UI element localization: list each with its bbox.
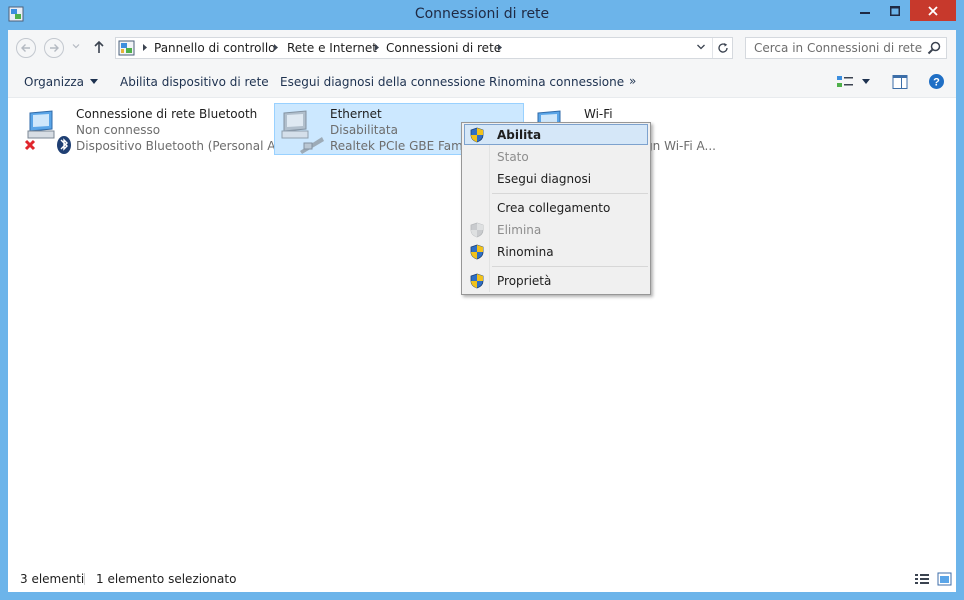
- item-count: 3 elementi: [20, 572, 85, 586]
- help-icon[interactable]: ?: [928, 73, 945, 90]
- uac-shield-icon: [470, 127, 484, 143]
- details-view-icon[interactable]: [914, 572, 930, 586]
- maximize-icon: [890, 5, 900, 16]
- status-divider: [84, 573, 85, 585]
- menu-item-label: Elimina: [497, 223, 542, 237]
- arrow-up-icon[interactable]: [92, 39, 106, 55]
- navigation-bar: Pannello di controllo Rete e Internet Co…: [8, 30, 956, 66]
- connection-device: Realtek PCIe GBE Family: [330, 139, 477, 153]
- connection-name: Connessione di rete Bluetooth: [76, 107, 258, 121]
- search-box[interactable]: Cerca in Connessioni di rete: [745, 37, 947, 59]
- recent-locations-chevron-down-icon[interactable]: [72, 42, 80, 50]
- uac-shield-icon: [470, 273, 484, 289]
- command-bar: Organizza Abilita dispositivo di rete Es…: [8, 66, 956, 98]
- connection-item-bluetooth[interactable]: Connessione di rete Bluetooth Non connes…: [20, 103, 287, 155]
- change-view-icon[interactable]: [836, 74, 854, 90]
- connection-name: Wi-Fi: [584, 107, 613, 121]
- view-options-caret-down-icon[interactable]: [862, 79, 870, 84]
- menu-item-label: Abilita: [497, 128, 542, 142]
- large-icons-view-icon[interactable]: [937, 572, 952, 586]
- breadcrumb-chevron-right-icon[interactable]: [142, 43, 148, 52]
- forward-button[interactable]: [44, 38, 64, 58]
- refresh-icon: [718, 43, 728, 53]
- menu-separator: [492, 266, 648, 267]
- preview-pane-icon[interactable]: [892, 74, 908, 90]
- menu-item-label: Stato: [497, 150, 529, 164]
- back-button[interactable]: [16, 38, 36, 58]
- connection-name: Ethernet: [330, 107, 382, 121]
- menu-item-create-shortcut[interactable]: Crea collegamento: [464, 197, 648, 218]
- breadcrumb-control-panel[interactable]: Pannello di controllo: [154, 41, 276, 55]
- minimize-icon: [860, 11, 870, 14]
- connection-device: Dispositivo Bluetooth (Personal A...: [76, 139, 287, 153]
- menu-item-enable[interactable]: Abilita: [464, 124, 648, 145]
- context-menu: Abilita Stato Esegui diagnosi Crea colle…: [461, 122, 651, 295]
- breadcrumb-network-connections[interactable]: Connessioni di rete: [386, 41, 501, 55]
- explorer-window: Connessioni di rete Pannello di controll…: [0, 0, 964, 600]
- selection-count: 1 elemento selezionato: [96, 572, 237, 586]
- arrow-left-icon: [21, 44, 30, 52]
- close-icon: [928, 5, 938, 16]
- uac-shield-icon: [470, 244, 484, 260]
- menu-item-delete[interactable]: Elimina: [464, 219, 648, 240]
- organize-label: Organizza: [24, 75, 85, 89]
- menu-item-properties[interactable]: Proprietà: [464, 270, 648, 291]
- menu-item-label: Esegui diagnosi: [497, 172, 592, 186]
- menu-item-label: Proprietà: [497, 274, 552, 288]
- rename-connection-button[interactable]: Rinomina connessione: [489, 75, 624, 89]
- breadcrumb-network-internet[interactable]: Rete e Internet: [287, 41, 377, 55]
- connection-status: Non connesso: [76, 123, 161, 137]
- maximize-button[interactable]: [882, 0, 908, 21]
- breadcrumb-chevron-right-icon[interactable]: [273, 43, 279, 52]
- window-title: Connessioni di rete: [414, 6, 550, 22]
- bluetooth-network-adapter-icon: [24, 110, 71, 154]
- breadcrumb-chevron-right-icon[interactable]: [374, 43, 380, 52]
- more-commands-button[interactable]: »: [629, 74, 636, 88]
- status-bar: 3 elementi 1 elemento selezionato: [8, 566, 956, 592]
- search-placeholder: Cerca in Connessioni di rete: [754, 41, 923, 55]
- uac-shield-icon: [470, 222, 484, 238]
- enable-device-button[interactable]: Abilita dispositivo di rete: [120, 75, 269, 89]
- diagnose-connection-button[interactable]: Esegui diagnosi della connessione: [280, 75, 485, 89]
- arrow-right-icon: [50, 44, 59, 52]
- menu-item-diagnose[interactable]: Esegui diagnosi: [464, 168, 648, 189]
- menu-item-label: Crea collegamento: [497, 201, 611, 215]
- menu-item-label: Rinomina: [497, 245, 554, 259]
- minimize-button[interactable]: [852, 0, 878, 21]
- svg-text:?: ?: [933, 77, 940, 89]
- window-client-area: Pannello di controllo Rete e Internet Co…: [8, 30, 956, 592]
- menu-item-status[interactable]: Stato: [464, 146, 648, 167]
- breadcrumb-chevron-right-icon[interactable]: [497, 43, 503, 52]
- address-history-chevron-down-icon[interactable]: [696, 42, 706, 52]
- search-icon[interactable]: [927, 41, 941, 55]
- caret-down-icon: [90, 79, 99, 84]
- title-bar[interactable]: Connessioni di rete: [0, 0, 964, 30]
- menu-item-rename[interactable]: Rinomina: [464, 241, 648, 262]
- close-button[interactable]: [910, 0, 956, 21]
- refresh-button[interactable]: [712, 38, 733, 58]
- control-panel-icon: [118, 40, 135, 56]
- ethernet-adapter-icon: [281, 110, 324, 154]
- address-bar[interactable]: Pannello di controllo Rete e Internet Co…: [115, 37, 733, 59]
- menu-separator: [492, 193, 648, 194]
- connection-status: Disabilitata: [330, 123, 398, 137]
- organize-menu[interactable]: Organizza: [24, 75, 99, 89]
